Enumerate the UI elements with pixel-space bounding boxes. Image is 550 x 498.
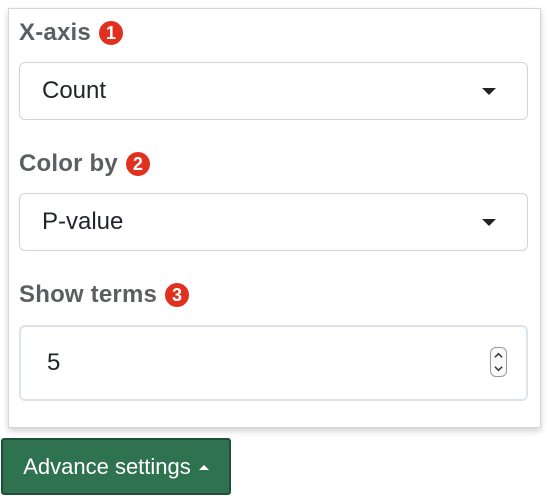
xaxis-label: X-axis xyxy=(19,19,91,46)
colorby-label: Color by xyxy=(19,150,118,177)
chevron-down-icon xyxy=(482,219,496,226)
showterms-label: Show terms xyxy=(19,281,158,308)
xaxis-badge: 1 xyxy=(98,21,123,45)
colorby-label-row: Color by 2 xyxy=(19,150,150,178)
advance-settings-label: Advance settings xyxy=(23,453,191,479)
caret-up-icon xyxy=(198,465,209,470)
colorby-select-value: P-value xyxy=(42,208,124,235)
xaxis-select-value: Count xyxy=(42,77,107,104)
settings-panel: X-axis 1 Count Color by 2 P-value Show t… xyxy=(8,8,541,428)
showterms-label-row: Show terms 3 xyxy=(19,281,190,309)
colorby-select[interactable]: P-value xyxy=(19,193,528,251)
stepper-up-icon[interactable] xyxy=(494,351,503,360)
chevron-down-icon xyxy=(482,88,496,95)
showterms-value: 5 xyxy=(47,349,61,376)
colorby-badge: 2 xyxy=(125,152,150,176)
number-stepper[interactable] xyxy=(490,347,507,377)
advance-settings-button[interactable]: Advance settings xyxy=(1,438,231,495)
xaxis-select[interactable]: Count xyxy=(19,62,528,120)
xaxis-label-row: X-axis 1 xyxy=(19,19,123,47)
showterms-badge: 3 xyxy=(165,283,190,307)
showterms-number-input[interactable]: 5 xyxy=(19,325,528,401)
stepper-down-icon[interactable] xyxy=(494,364,503,373)
